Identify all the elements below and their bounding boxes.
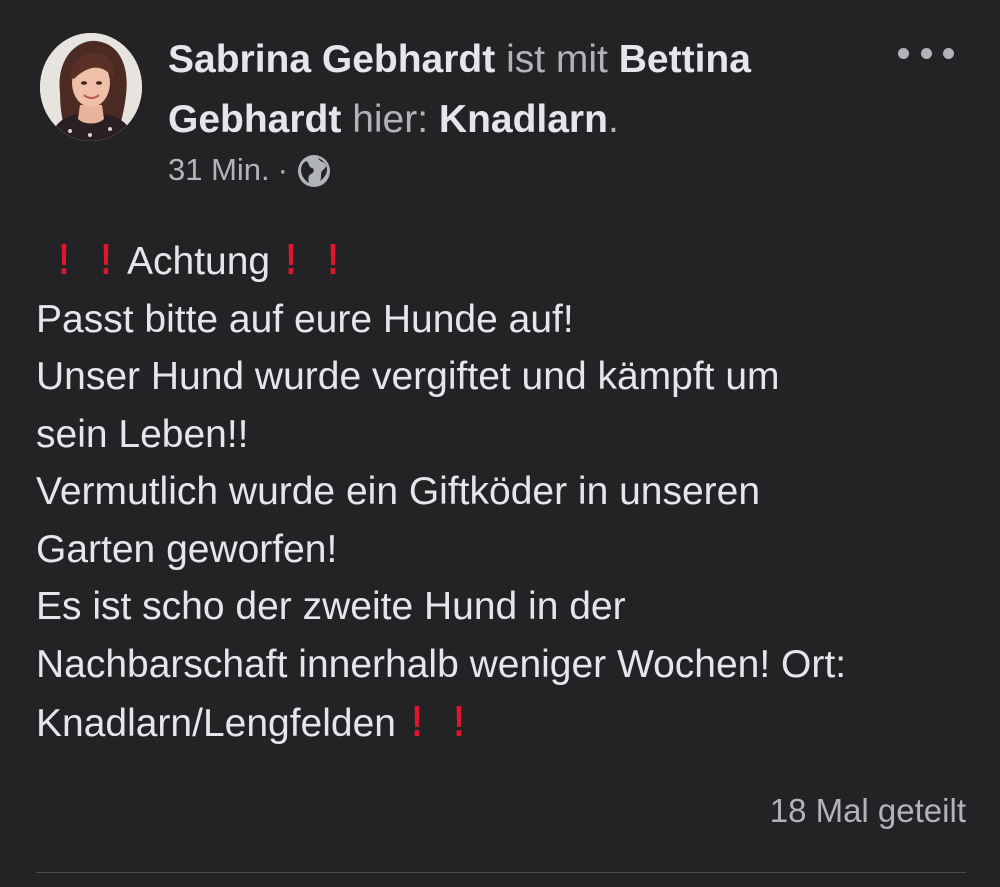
tagged-name-last[interactable]: Gebhardt bbox=[168, 98, 341, 141]
here-text: hier: bbox=[341, 98, 439, 141]
share-count[interactable]: 18 Mal geteilt bbox=[770, 788, 966, 834]
red-exclamation-icon: ! bbox=[453, 697, 465, 746]
post-meta: 31 Min. · bbox=[168, 148, 332, 192]
avatar[interactable] bbox=[40, 33, 142, 141]
globe-icon bbox=[296, 153, 332, 189]
more-horizontal-icon[interactable] bbox=[898, 38, 954, 68]
red-exclamation-icon: ! bbox=[285, 235, 297, 284]
more-dot bbox=[920, 47, 932, 59]
more-dot bbox=[898, 47, 909, 59]
red-exclamation-icon: ! bbox=[100, 235, 112, 284]
more-dot bbox=[943, 47, 954, 59]
post-line-8: Nachbarschaft innerhalb weniger Wochen! … bbox=[36, 642, 847, 686]
post-line-9: Knadlarn/Lengfelden!! bbox=[36, 693, 976, 753]
post-header: Sabrina Gebhardt ist mit Bettina Gebhard… bbox=[168, 30, 868, 150]
post-line-5: Vermutlich wurde ein Giftköder in unsere… bbox=[36, 470, 761, 513]
header-line-2: Gebhardt hier: Knadlarn. bbox=[168, 90, 868, 150]
post-line-text: Knadlarn/Lengfelden bbox=[36, 702, 396, 745]
red-exclamation-icon: ! bbox=[411, 697, 423, 746]
red-exclamation-icon: ! bbox=[58, 235, 70, 284]
meta-separator: · bbox=[277, 152, 288, 187]
post-line-6: Garten geworfen! bbox=[36, 527, 338, 571]
post-line-4: sein Leben!! bbox=[36, 412, 249, 456]
author-name[interactable]: Sabrina Gebhardt bbox=[168, 38, 495, 81]
header-line-1: Sabrina Gebhardt ist mit Bettina bbox=[168, 30, 868, 90]
place-suffix: . bbox=[607, 98, 619, 141]
post-line-2: Passt bitte auf eure Hunde auf! bbox=[36, 297, 574, 341]
post-line-text: Achtung bbox=[127, 240, 271, 283]
facebook-post: Sabrina Gebhardt ist mit Bettina Gebhard… bbox=[0, 0, 1000, 887]
post-line-1: !! Achtung!! bbox=[36, 231, 976, 291]
tagged-name-first[interactable]: Bettina bbox=[619, 38, 751, 81]
post-body: !! Achtung!! Passt bitte auf eure Hunde a… bbox=[36, 231, 976, 753]
place-link[interactable]: Knadlarn bbox=[439, 98, 608, 141]
with-text: ist mit bbox=[495, 38, 619, 81]
profile-photo bbox=[40, 33, 142, 141]
timestamp[interactable]: 31 Min. bbox=[168, 148, 270, 192]
post-line-7: Es ist scho der zweite Hund in der bbox=[36, 585, 626, 628]
red-exclamation-icon: ! bbox=[327, 235, 339, 284]
post-line-3: Unser Hund wurde vergiftet und kämpft um bbox=[36, 355, 780, 398]
divider bbox=[36, 872, 966, 873]
